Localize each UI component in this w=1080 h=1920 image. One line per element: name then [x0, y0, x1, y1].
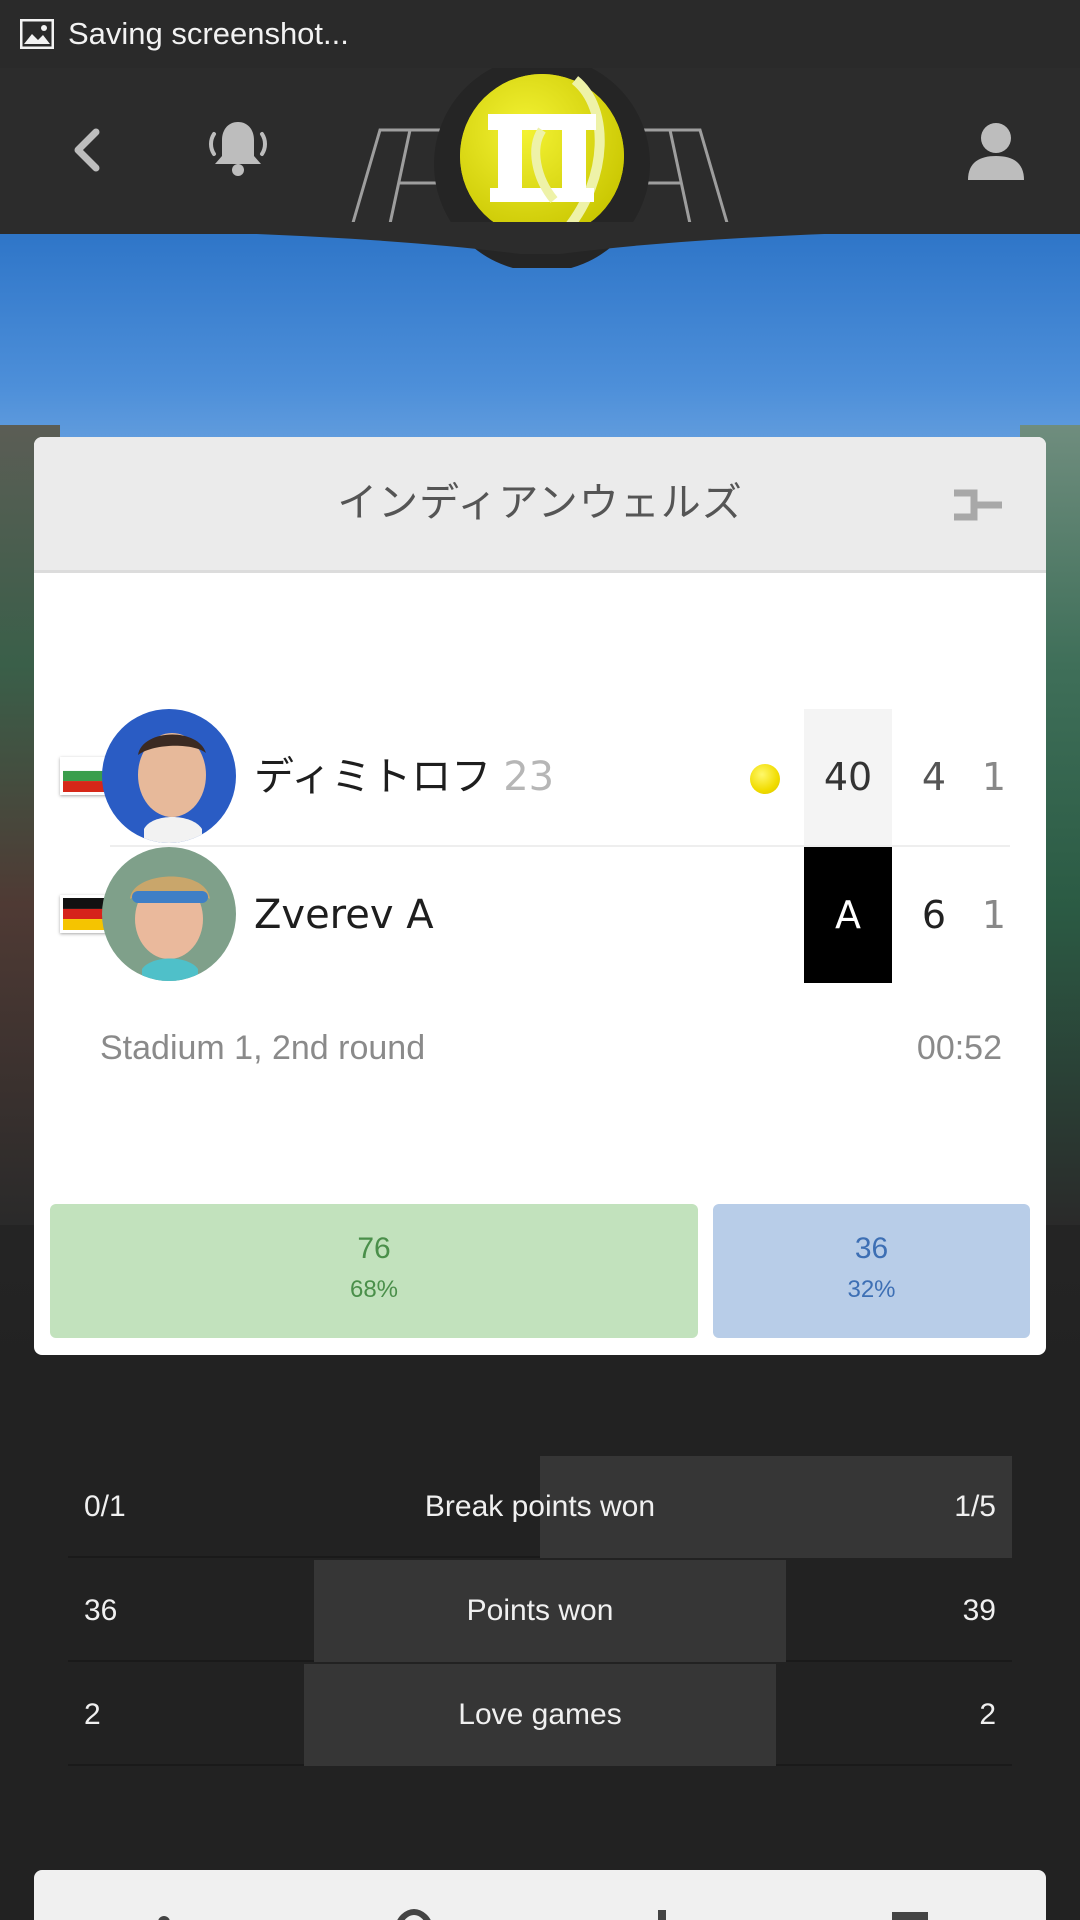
vote-count: 76 [357, 1232, 391, 1265]
vote-count: 36 [854, 1232, 889, 1265]
player-avatar [102, 847, 236, 981]
player-name-text: Zverev A [254, 892, 434, 938]
image-icon [20, 19, 54, 49]
card-header: インディアンウェルズ [34, 437, 1046, 573]
app-header [0, 68, 1080, 268]
stat-label: Break points won [424, 1490, 656, 1523]
stat-left-value: 2 [84, 1698, 101, 1731]
set-score-first: 1 [981, 893, 1007, 937]
player-avatar [102, 709, 236, 843]
stat-row-love-games: Love games 2 2 [68, 1664, 1012, 1766]
notifications-bell-icon[interactable] [200, 112, 276, 188]
tournament-title: インディアンウェルズ [337, 480, 743, 526]
player-row[interactable]: Zverev A A 6 1 [34, 847, 1046, 983]
stat-row-points-won: Points won 36 39 [68, 1560, 1012, 1662]
back-button[interactable] [58, 118, 122, 182]
bracket-icon[interactable] [950, 485, 1006, 525]
vote-player1-button[interactable]: 76 68% [50, 1204, 698, 1338]
game-score-advantage: A [804, 847, 892, 983]
status-text: Saving screenshot... [68, 16, 349, 51]
player-row[interactable]: ディミトロフ 23 40 4 1 [34, 709, 1046, 845]
vote-player2-button[interactable]: 36 32% [713, 1204, 1030, 1338]
player-seed: 23 [503, 754, 555, 800]
court-round-info: Stadium 1, 2nd round [100, 1029, 426, 1067]
stat-right-value: 39 [962, 1594, 996, 1627]
match-duration: 00:52 [916, 1029, 1002, 1067]
match-stats: Break points won 0/1 1/5 Points won 36 3… [68, 1456, 1012, 1768]
bottom-navigation [34, 1870, 1046, 1920]
header-curve [0, 222, 1080, 254]
nav-search-icon[interactable] [394, 1906, 434, 1920]
stat-left-value: 36 [84, 1594, 118, 1627]
vote-percent: 32% [847, 1276, 896, 1303]
player-name: ディミトロフ 23 [254, 709, 554, 845]
stat-right-value: 2 [979, 1698, 996, 1731]
set-score-current: 4 [921, 755, 947, 799]
nav-person-icon[interactable] [144, 1906, 184, 1920]
serving-ball-icon [750, 764, 780, 794]
stat-row-break-points: Break points won 0/1 1/5 [68, 1456, 1012, 1558]
stat-label: Points won [466, 1594, 614, 1627]
vote-percent: 68% [349, 1276, 399, 1303]
game-score: 40 [804, 709, 892, 845]
set-score-first: 1 [981, 755, 1007, 799]
stat-right-value: 1/5 [954, 1490, 996, 1523]
nav-calendar-icon[interactable] [890, 1906, 930, 1920]
status-bar: Saving screenshot... [0, 0, 1080, 68]
match-card[interactable]: インディアンウェルズ ディミトロフ 23 40 4 1 Zverev A A 6… [34, 437, 1046, 1355]
player-name: Zverev A [254, 847, 434, 983]
set-score-current: 6 [921, 893, 947, 937]
profile-user-icon[interactable] [960, 116, 1032, 188]
player-name-text: ディミトロフ [254, 754, 492, 800]
stat-left-value: 0/1 [84, 1490, 126, 1523]
nav-stats-icon[interactable] [642, 1906, 682, 1920]
stat-label: Love games [458, 1698, 622, 1731]
